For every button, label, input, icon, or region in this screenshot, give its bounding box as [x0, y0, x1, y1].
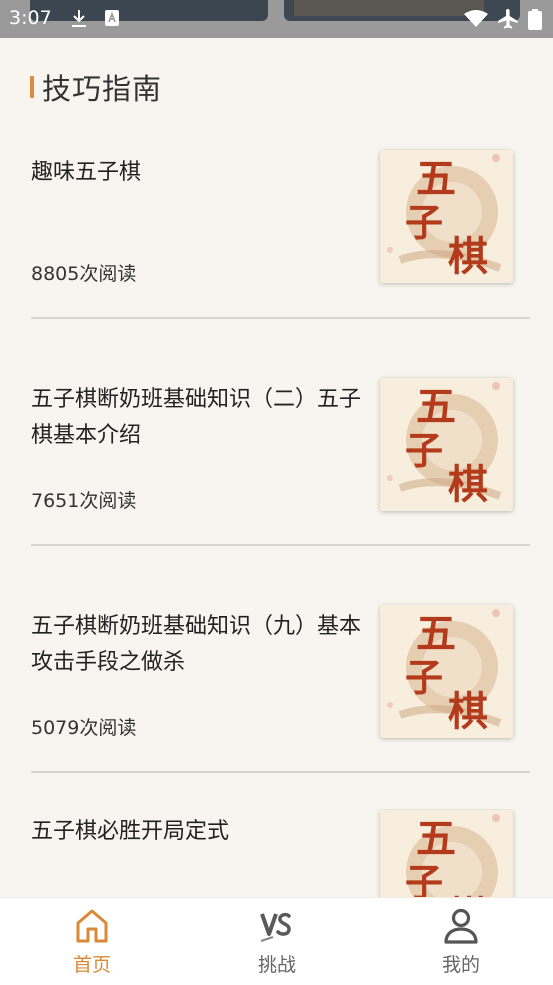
tab-challenge[interactable]: 挑战 [212, 898, 342, 985]
gomoku-logo-image: 五子棋 [380, 810, 513, 897]
thumbnail-character: 棋 [448, 461, 488, 508]
divider [31, 771, 530, 773]
thumbnail-character: 子 [405, 655, 443, 700]
tab-label: 挑战 [257, 954, 296, 976]
battery-icon [528, 9, 542, 30]
article-read-count: 8805次阅读 [31, 263, 137, 285]
article-thumbnail: 五子棋 [380, 378, 513, 511]
status-time: 3:07 [9, 7, 52, 29]
tab-label: 首页 [72, 954, 111, 976]
tab-label: 我的 [441, 954, 480, 976]
section-title: 技巧指南 [42, 72, 163, 106]
user-icon [444, 908, 478, 944]
article-thumbnail: 五子棋 [380, 605, 513, 738]
thumbnail-character: 子 [405, 428, 443, 473]
article-read-count: 5079次阅读 [31, 717, 137, 739]
article-title: 五子棋断奶班基础知识（二）五子棋基本介绍 [31, 387, 362, 448]
status-bar: 3:07 [0, 0, 553, 38]
tab-home[interactable]: 首页 [27, 898, 157, 985]
heading-accent-bar [30, 76, 34, 98]
app-store-icon [105, 10, 119, 26]
thumbnail-character: 子 [405, 200, 443, 245]
article-item[interactable]: 五子棋断奶班基础知识（九）基本攻击手段之做杀 5079次阅读 五子棋 [0, 604, 553, 774]
article-item[interactable]: 五子棋断奶班基础知识（二）五子棋基本介绍 7651次阅读 五子棋 [0, 377, 553, 547]
thumbnail-character: 棋 [448, 233, 488, 280]
article-title: 五子棋必胜开局定式 [31, 819, 230, 844]
thumbnail-character: 子 [405, 860, 443, 897]
article-read-count: 7651次阅读 [31, 490, 137, 512]
article-title: 趣味五子棋 [31, 160, 142, 185]
wifi-icon [464, 10, 488, 27]
bottom-tab-bar: 首页 挑战 我的 [0, 897, 553, 985]
article-item[interactable]: 趣味五子棋 8805次阅读 五子棋 [0, 150, 553, 320]
divider [31, 544, 530, 546]
background-card [30, 0, 268, 21]
article-item[interactable]: 五子棋必胜开局定式 五子棋 [0, 809, 553, 897]
gomoku-logo-image: 五子棋 [380, 378, 513, 511]
thumbnail-character: 五 [416, 610, 456, 657]
article-title: 五子棋断奶班基础知识（九）基本攻击手段之做杀 [31, 614, 362, 675]
thumbnail-character: 五 [416, 815, 456, 862]
vs-icon [260, 912, 291, 942]
download-icon [72, 10, 86, 27]
airplane-mode-icon [498, 9, 518, 29]
gomoku-logo-image: 五子棋 [380, 605, 513, 738]
article-thumbnail: 五子棋 [380, 810, 513, 897]
section-heading: 技巧指南 [30, 68, 162, 106]
thumbnail-character: 五 [416, 383, 456, 430]
gomoku-logo-image: 五子棋 [380, 150, 513, 283]
thumbnail-character: 棋 [448, 688, 488, 735]
divider [31, 317, 530, 319]
thumbnail-character: 五 [416, 155, 456, 202]
article-thumbnail: 五子棋 [380, 150, 513, 283]
home-icon [76, 909, 108, 943]
tab-profile[interactable]: 我的 [396, 898, 526, 985]
